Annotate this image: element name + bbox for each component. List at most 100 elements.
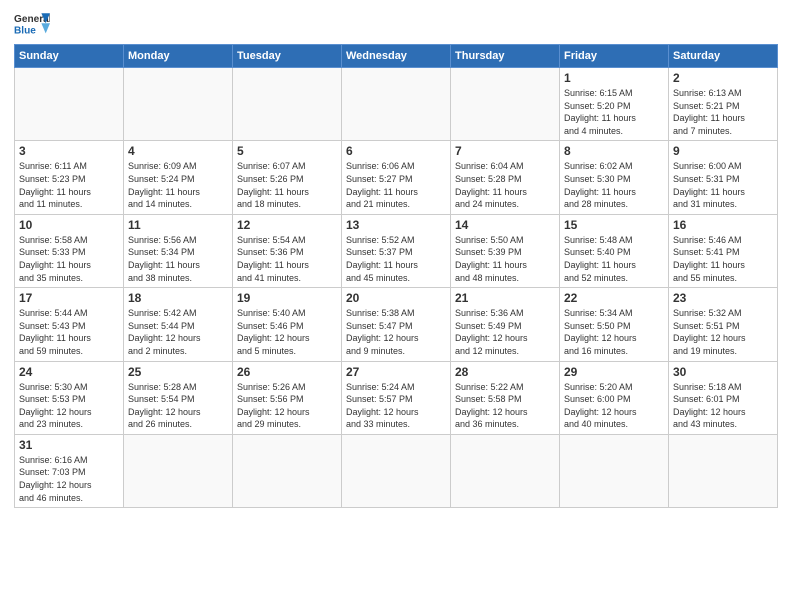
day-info: Sunrise: 5:20 AM Sunset: 6:00 PM Dayligh…	[564, 381, 664, 431]
day-number: 14	[455, 218, 555, 232]
calendar-day-cell: 1Sunrise: 6:15 AM Sunset: 5:20 PM Daylig…	[560, 68, 669, 141]
day-number: 17	[19, 291, 119, 305]
calendar-week-row: 10 Sunrise: 5:58 AM Sunset: 5:33 PM Dayli…	[15, 214, 778, 287]
calendar-day-cell	[342, 434, 451, 507]
calendar-day-cell	[233, 434, 342, 507]
calendar-day-cell: 17 Sunrise: 5:44 AM Sunset: 5:43 PM Dayli…	[15, 288, 124, 361]
day-number: 24	[19, 365, 119, 379]
calendar-day-cell: 28 Sunrise: 5:22 AM Sunset: 5:58 PM Dayli…	[451, 361, 560, 434]
day-info: Sunrise: 6:16 AM Sunset: 7:03 PM Dayligh…	[19, 454, 119, 504]
calendar-week-row: 3 Sunrise: 6:11 AM Sunset: 5:23 PM Daylig…	[15, 141, 778, 214]
day-info: Sunrise: 6:06 AM Sunset: 5:27 PM Dayligh…	[346, 160, 446, 210]
day-number: 4	[128, 144, 228, 158]
day-number: 5	[237, 144, 337, 158]
day-number: 1	[564, 71, 664, 85]
day-info: Sunrise: 5:40 AM Sunset: 5:46 PM Dayligh…	[237, 307, 337, 357]
day-info: Sunrise: 5:22 AM Sunset: 5:58 PM Dayligh…	[455, 381, 555, 431]
day-info: Sunrise: 5:56 AM Sunset: 5:34 PM Dayligh…	[128, 234, 228, 284]
day-number: 16	[673, 218, 773, 232]
day-number: 28	[455, 365, 555, 379]
day-info: Sunrise: 5:54 AM Sunset: 5:36 PM Dayligh…	[237, 234, 337, 284]
day-of-week-header: Thursday	[451, 45, 560, 68]
day-info: Sunrise: 5:32 AM Sunset: 5:51 PM Dayligh…	[673, 307, 773, 357]
calendar-day-cell: 4 Sunrise: 6:09 AM Sunset: 5:24 PM Daylig…	[124, 141, 233, 214]
day-of-week-header: Saturday	[669, 45, 778, 68]
calendar-day-cell: 13Sunrise: 5:52 AM Sunset: 5:37 PM Dayli…	[342, 214, 451, 287]
day-number: 25	[128, 365, 228, 379]
calendar-day-cell: 5 Sunrise: 6:07 AM Sunset: 5:26 PM Daylig…	[233, 141, 342, 214]
day-info: Sunrise: 6:11 AM Sunset: 5:23 PM Dayligh…	[19, 160, 119, 210]
day-number: 20	[346, 291, 446, 305]
day-of-week-header: Tuesday	[233, 45, 342, 68]
calendar-day-cell	[342, 68, 451, 141]
day-of-week-header: Sunday	[15, 45, 124, 68]
day-number: 12	[237, 218, 337, 232]
calendar-day-cell: 29 Sunrise: 5:20 AM Sunset: 6:00 PM Dayli…	[560, 361, 669, 434]
day-number: 29	[564, 365, 664, 379]
day-info: Sunrise: 6:04 AM Sunset: 5:28 PM Dayligh…	[455, 160, 555, 210]
calendar-day-cell	[233, 68, 342, 141]
calendar-day-cell: 2 Sunrise: 6:13 AM Sunset: 5:21 PM Daylig…	[669, 68, 778, 141]
calendar-day-cell	[560, 434, 669, 507]
calendar-day-cell: 15Sunrise: 5:48 AM Sunset: 5:40 PM Dayli…	[560, 214, 669, 287]
day-info: Sunrise: 5:26 AM Sunset: 5:56 PM Dayligh…	[237, 381, 337, 431]
calendar-day-cell: 14 Sunrise: 5:50 AM Sunset: 5:39 PM Dayli…	[451, 214, 560, 287]
day-number: 18	[128, 291, 228, 305]
day-number: 8	[564, 144, 664, 158]
calendar-day-cell: 21Sunrise: 5:36 AM Sunset: 5:49 PM Dayli…	[451, 288, 560, 361]
calendar-day-cell: 20 Sunrise: 5:38 AM Sunset: 5:47 PM Dayli…	[342, 288, 451, 361]
calendar-week-row: 31 Sunrise: 6:16 AM Sunset: 7:03 PM Dayli…	[15, 434, 778, 507]
day-info: Sunrise: 5:34 AM Sunset: 5:50 PM Dayligh…	[564, 307, 664, 357]
day-number: 30	[673, 365, 773, 379]
calendar-day-cell	[124, 434, 233, 507]
day-number: 23	[673, 291, 773, 305]
calendar-day-cell	[15, 68, 124, 141]
day-number: 22	[564, 291, 664, 305]
day-info: Sunrise: 5:44 AM Sunset: 5:43 PM Dayligh…	[19, 307, 119, 357]
day-info: Sunrise: 6:09 AM Sunset: 5:24 PM Dayligh…	[128, 160, 228, 210]
day-info: Sunrise: 5:28 AM Sunset: 5:54 PM Dayligh…	[128, 381, 228, 431]
day-info: Sunrise: 5:58 AM Sunset: 5:33 PM Dayligh…	[19, 234, 119, 284]
calendar-day-cell: 9 Sunrise: 6:00 AM Sunset: 5:31 PM Daylig…	[669, 141, 778, 214]
calendar-day-cell: 27Sunrise: 5:24 AM Sunset: 5:57 PM Dayli…	[342, 361, 451, 434]
day-info: Sunrise: 5:50 AM Sunset: 5:39 PM Dayligh…	[455, 234, 555, 284]
calendar-day-cell: 11 Sunrise: 5:56 AM Sunset: 5:34 PM Dayli…	[124, 214, 233, 287]
day-info: Sunrise: 6:13 AM Sunset: 5:21 PM Dayligh…	[673, 87, 773, 137]
calendar-day-cell: 31 Sunrise: 6:16 AM Sunset: 7:03 PM Dayli…	[15, 434, 124, 507]
day-of-week-header: Wednesday	[342, 45, 451, 68]
day-number: 15	[564, 218, 664, 232]
calendar-day-cell: 24Sunrise: 5:30 AM Sunset: 5:53 PM Dayli…	[15, 361, 124, 434]
calendar-day-cell: 6Sunrise: 6:06 AM Sunset: 5:27 PM Daylig…	[342, 141, 451, 214]
day-info: Sunrise: 5:24 AM Sunset: 5:57 PM Dayligh…	[346, 381, 446, 431]
calendar-week-row: 1Sunrise: 6:15 AM Sunset: 5:20 PM Daylig…	[15, 68, 778, 141]
day-number: 10	[19, 218, 119, 232]
day-number: 3	[19, 144, 119, 158]
day-info: Sunrise: 6:00 AM Sunset: 5:31 PM Dayligh…	[673, 160, 773, 210]
day-number: 7	[455, 144, 555, 158]
calendar-day-cell: 19Sunrise: 5:40 AM Sunset: 5:46 PM Dayli…	[233, 288, 342, 361]
calendar-week-row: 24Sunrise: 5:30 AM Sunset: 5:53 PM Dayli…	[15, 361, 778, 434]
calendar-day-cell: 10 Sunrise: 5:58 AM Sunset: 5:33 PM Dayli…	[15, 214, 124, 287]
header: General Blue	[14, 10, 778, 38]
day-info: Sunrise: 5:18 AM Sunset: 6:01 PM Dayligh…	[673, 381, 773, 431]
day-info: Sunrise: 6:02 AM Sunset: 5:30 PM Dayligh…	[564, 160, 664, 210]
day-info: Sunrise: 5:38 AM Sunset: 5:47 PM Dayligh…	[346, 307, 446, 357]
general-blue-logo-icon: General Blue	[14, 10, 50, 38]
calendar-day-cell: 26Sunrise: 5:26 AM Sunset: 5:56 PM Dayli…	[233, 361, 342, 434]
day-number: 2	[673, 71, 773, 85]
day-number: 9	[673, 144, 773, 158]
calendar-day-cell: 16Sunrise: 5:46 AM Sunset: 5:41 PM Dayli…	[669, 214, 778, 287]
calendar-day-cell: 8 Sunrise: 6:02 AM Sunset: 5:30 PM Daylig…	[560, 141, 669, 214]
calendar-week-row: 17 Sunrise: 5:44 AM Sunset: 5:43 PM Dayli…	[15, 288, 778, 361]
calendar-day-cell: 18Sunrise: 5:42 AM Sunset: 5:44 PM Dayli…	[124, 288, 233, 361]
day-number: 11	[128, 218, 228, 232]
day-info: Sunrise: 5:52 AM Sunset: 5:37 PM Dayligh…	[346, 234, 446, 284]
calendar-day-cell	[124, 68, 233, 141]
day-number: 31	[19, 438, 119, 452]
calendar-page: General Blue SundayMondayTuesdayWednesda…	[0, 0, 792, 612]
calendar-day-cell: 7 Sunrise: 6:04 AM Sunset: 5:28 PM Daylig…	[451, 141, 560, 214]
day-info: Sunrise: 6:07 AM Sunset: 5:26 PM Dayligh…	[237, 160, 337, 210]
calendar-day-cell: 3 Sunrise: 6:11 AM Sunset: 5:23 PM Daylig…	[15, 141, 124, 214]
calendar-table: SundayMondayTuesdayWednesdayThursdayFrid…	[14, 44, 778, 508]
calendar-day-cell	[451, 68, 560, 141]
